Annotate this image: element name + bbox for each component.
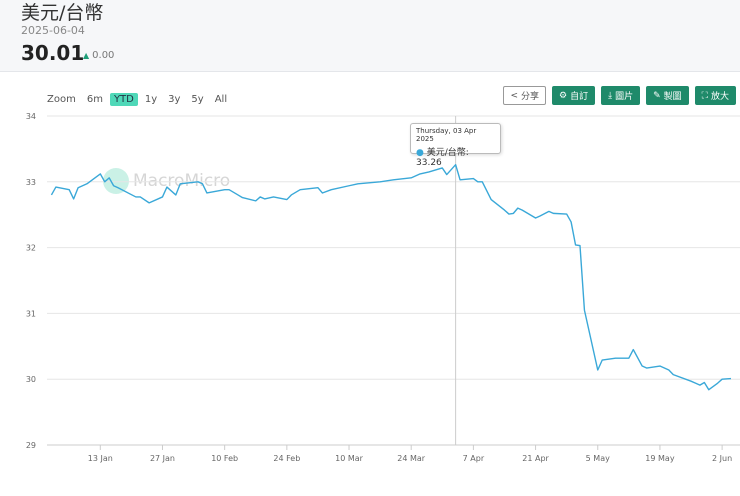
x-tick-label: 10 Feb (211, 454, 238, 463)
x-tick-label: 2 Jun (712, 454, 732, 463)
x-tick-label: 13 Jan (88, 454, 113, 463)
x-tick-label: 5 May (586, 454, 610, 463)
x-tick-label: 27 Jan (150, 454, 175, 463)
y-tick-label: 31 (26, 309, 36, 318)
tooltip: Thursday, 03 Apr 2025 ● 美元/台幣: 33.26 (410, 123, 501, 168)
tooltip-series: 美元/台幣 (426, 148, 466, 158)
x-tick-label: 19 May (645, 454, 675, 463)
x-tick-label: 21 Apr (522, 454, 549, 463)
x-tick-label: 10 Mar (335, 454, 364, 463)
tooltip-value: 33.26 (416, 158, 442, 168)
x-tick-label: 24 Feb (273, 454, 300, 463)
x-tick-label: 24 Mar (397, 454, 426, 463)
y-tick-label: 29 (26, 441, 36, 450)
x-tick-label: 7 Apr (463, 454, 485, 463)
y-tick-label: 33 (26, 178, 36, 187)
tooltip-date: Thursday, 03 Apr 2025 (416, 127, 477, 143)
line-chart[interactable]: 29 30 31 32 33 34 13 Jan 27 Jan 10 Feb 24 Feb 10 M… (0, 0, 740, 496)
y-tick-label: 34 (26, 112, 36, 121)
y-tick-label: 30 (26, 375, 36, 384)
series-dot-icon: ● (416, 148, 424, 158)
series-line (50, 163, 732, 391)
y-tick-label: 32 (26, 244, 36, 253)
